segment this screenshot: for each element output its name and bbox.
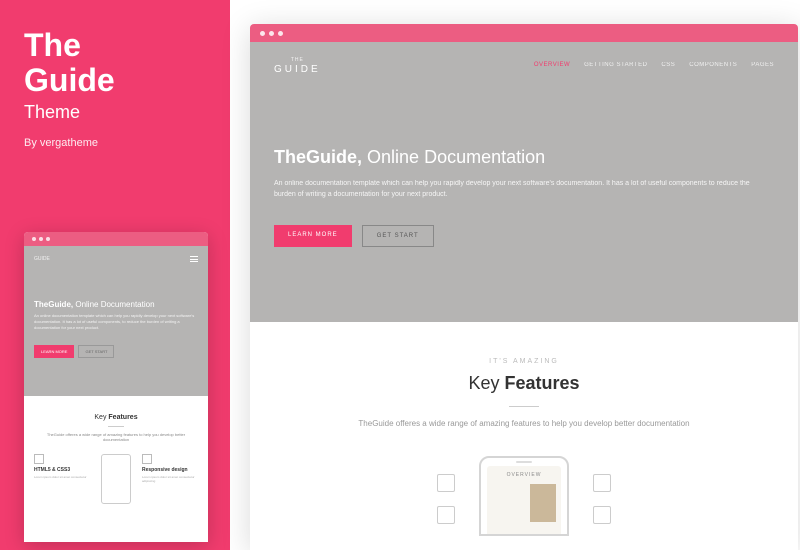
- get-start-button[interactable]: GET START: [78, 345, 114, 358]
- feature-icon: [437, 506, 455, 524]
- learn-more-button[interactable]: LEARN MORE: [274, 225, 352, 247]
- mobile-features-row: HTML5 & CSS3 Lorem ipsum dolor sit amet …: [34, 454, 198, 504]
- mobile-features: Key Features TheGuide offeres a wide ran…: [24, 396, 208, 522]
- desktop-heading: TheGuide, Online Documentation: [274, 147, 774, 168]
- responsive-icon: [142, 454, 152, 464]
- mobile-window-bar: [24, 232, 208, 246]
- desktop-features-title: Key Features: [274, 373, 774, 394]
- phone-content-block: [530, 484, 556, 522]
- feature-col-phone: [98, 454, 134, 504]
- title-block: The Guide Theme By vergatheme: [0, 0, 230, 157]
- phone-speaker-icon: [516, 461, 532, 463]
- features-title-light: Key: [94, 414, 106, 421]
- sidebar: The Guide Theme By vergatheme GUIDE TheG…: [0, 0, 230, 550]
- desktop-features-subtitle: TheGuide offeres a wide range of amazing…: [274, 419, 774, 428]
- desktop-window-bar: [250, 24, 798, 42]
- mobile-heading-light: Online Documentation: [75, 300, 154, 309]
- mobile-heading: TheGuide, Online Documentation: [34, 300, 198, 309]
- desktop-menu: OVERVIEW GETTING STARTED CSS COMPONENTS …: [534, 58, 774, 68]
- desktop-description: An online documentation template which c…: [274, 178, 754, 202]
- divider-icon: [509, 406, 539, 407]
- html5-icon: [437, 474, 455, 492]
- mobile-features-title: Key Features: [34, 414, 198, 421]
- phone-mockup: OVERVIEW: [479, 456, 569, 536]
- theme-byline: By vergatheme: [24, 137, 206, 149]
- nav-getting-started[interactable]: GETTING STARTED: [584, 62, 647, 68]
- desktop-logo[interactable]: THE GUIDE: [274, 58, 321, 75]
- theme-title-line1: The: [24, 28, 206, 63]
- feature-col-html5: HTML5 & CSS3 Lorem ipsum dolor sit amet …: [34, 454, 90, 504]
- nav-overview[interactable]: OVERVIEW: [534, 62, 570, 68]
- desktop-preview: THE GUIDE OVERVIEW GETTING STARTED CSS C…: [250, 24, 798, 550]
- theme-subtitle: Theme: [24, 102, 206, 123]
- phone-screen: OVERVIEW: [487, 466, 561, 534]
- desktop-heading-bold: TheGuide,: [274, 147, 362, 167]
- mobile-heading-bold: TheGuide,: [34, 300, 73, 309]
- nav-css[interactable]: CSS: [661, 62, 675, 68]
- phone-overview-label: OVERVIEW: [493, 472, 555, 478]
- left-feature-icons: [437, 474, 455, 524]
- desktop-hero: THE GUIDE OVERVIEW GETTING STARTED CSS C…: [250, 42, 798, 322]
- right-feature-icons: [593, 474, 611, 524]
- nav-components[interactable]: COMPONENTS: [689, 62, 737, 68]
- divider-icon: [108, 426, 124, 427]
- learn-more-button[interactable]: LEARN MORE: [34, 345, 74, 358]
- features-overline: IT'S AMAZING: [274, 358, 774, 365]
- window-dot-icon: [260, 31, 265, 36]
- feature-text: Lorem ipsum dolor sit amet consectetur a…: [142, 475, 198, 483]
- theme-title-line2: Guide: [24, 63, 206, 98]
- mobile-features-subtitle: TheGuide offeres a wide range of amazing…: [34, 432, 198, 442]
- feature-icon: [593, 506, 611, 524]
- features-title-light: Key: [468, 373, 499, 393]
- window-dot-icon: [269, 31, 274, 36]
- window-dot-icon: [46, 237, 50, 241]
- nav-pages[interactable]: PAGES: [751, 62, 774, 68]
- phone-mockup-icon: [101, 454, 131, 504]
- desktop-nav: THE GUIDE OVERVIEW GETTING STARTED CSS C…: [274, 58, 774, 75]
- desktop-heading-light: Online Documentation: [367, 147, 545, 167]
- mobile-description: An online documentation template which c…: [34, 313, 198, 331]
- feature-text: Lorem ipsum dolor sit amet consectetur: [34, 475, 90, 479]
- desktop-features: IT'S AMAZING Key Features TheGuide offer…: [250, 322, 798, 550]
- features-title-bold: Features: [505, 373, 580, 393]
- feature-label: HTML5 & CSS3: [34, 467, 90, 473]
- desktop-buttons: LEARN MORE GET START: [274, 225, 774, 247]
- mobile-nav: GUIDE: [34, 256, 198, 262]
- feature-col-responsive: Responsive design Lorem ipsum dolor sit …: [142, 454, 198, 504]
- mobile-hero: GUIDE TheGuide, Online Documentation An …: [24, 246, 208, 396]
- feature-label: Responsive design: [142, 467, 198, 473]
- mobile-logo: GUIDE: [34, 256, 50, 262]
- get-start-button[interactable]: GET START: [362, 225, 434, 247]
- features-title-bold: Features: [108, 414, 137, 421]
- hamburger-icon[interactable]: [190, 256, 198, 262]
- window-dot-icon: [278, 31, 283, 36]
- window-dot-icon: [32, 237, 36, 241]
- logo-big: GUIDE: [274, 64, 321, 75]
- window-dot-icon: [39, 237, 43, 241]
- logo-small: THE: [274, 58, 321, 64]
- mobile-preview: GUIDE TheGuide, Online Documentation An …: [24, 232, 208, 542]
- html5-icon: [34, 454, 44, 464]
- mobile-buttons: LEARN MORE GET START: [34, 345, 198, 358]
- responsive-icon: [593, 474, 611, 492]
